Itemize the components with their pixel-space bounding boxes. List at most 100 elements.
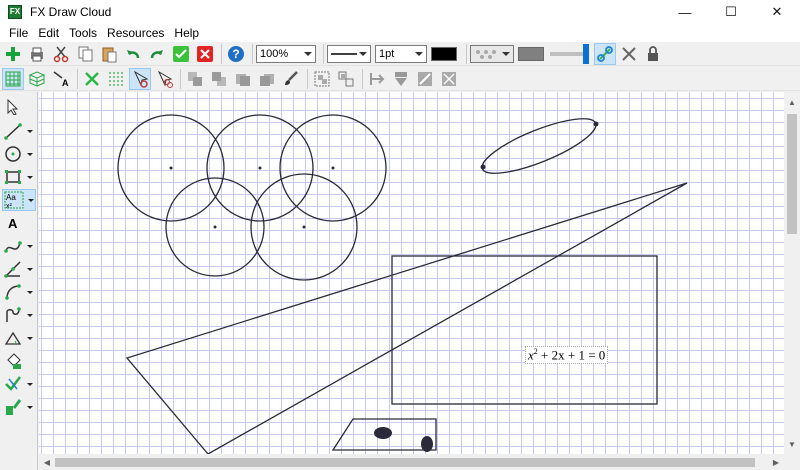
text-snap-icon[interactable]: A xyxy=(50,68,72,90)
minimize-button[interactable]: — xyxy=(662,0,708,24)
triangle-tool[interactable] xyxy=(2,327,36,349)
dot-grid-icon[interactable] xyxy=(105,68,127,90)
fill-tool[interactable] xyxy=(2,350,36,372)
flip-icon[interactable] xyxy=(414,68,436,90)
line-thickness-select[interactable]: 1pt xyxy=(375,44,427,63)
check-tool[interactable] xyxy=(2,373,36,395)
function-icon xyxy=(2,304,24,326)
text-tool[interactable]: A xyxy=(2,212,36,234)
svg-text:?: ? xyxy=(232,47,239,61)
pointer-icon xyxy=(2,96,24,118)
arc-icon xyxy=(2,281,24,303)
menu-edit[interactable]: Edit xyxy=(33,26,64,40)
graph-tool[interactable] xyxy=(2,396,36,418)
lock-icon[interactable] xyxy=(642,43,664,65)
separator xyxy=(77,68,78,89)
paste-icon[interactable] xyxy=(98,43,120,65)
cancel-icon[interactable] xyxy=(194,43,216,65)
layer-icon[interactable] xyxy=(256,68,278,90)
line-color-swatch[interactable] xyxy=(431,46,457,61)
fill-color-icon[interactable] xyxy=(518,46,544,61)
line-tool[interactable] xyxy=(2,120,36,142)
cross-icon[interactable] xyxy=(81,68,103,90)
3d-grid-icon[interactable] xyxy=(26,68,48,90)
ok-icon[interactable] xyxy=(170,43,192,65)
function-tool[interactable] xyxy=(2,304,36,326)
print-icon[interactable] xyxy=(26,43,48,65)
arrow-down-icon[interactable] xyxy=(390,68,412,90)
snap-toolbar: A xyxy=(0,67,800,91)
separator xyxy=(323,43,324,64)
check-icon xyxy=(2,373,24,395)
group-icon[interactable] xyxy=(311,68,333,90)
circle-tool[interactable] xyxy=(2,143,36,165)
scroll-right-icon[interactable]: ▶ xyxy=(768,454,784,470)
menu-resources[interactable]: Resources xyxy=(102,26,169,40)
layer-icon[interactable] xyxy=(232,68,254,90)
ungroup-icon[interactable] xyxy=(335,68,357,90)
vertical-scrollbar[interactable]: ▲ ▼ xyxy=(784,92,800,454)
copy-icon[interactable] xyxy=(74,43,96,65)
transparency-slider[interactable] xyxy=(550,43,589,64)
scroll-down-icon[interactable]: ▼ xyxy=(784,436,800,452)
separator xyxy=(180,68,181,89)
move-front-icon[interactable] xyxy=(208,68,230,90)
line-style-select[interactable] xyxy=(327,44,371,63)
text-box-icon: Aa x² xyxy=(3,189,25,211)
scroll-left-icon[interactable]: ◀ xyxy=(39,454,55,470)
help-icon[interactable]: ? xyxy=(225,43,247,65)
grid-icon[interactable] xyxy=(2,67,24,90)
arc-tool[interactable] xyxy=(2,281,36,303)
align-icon[interactable] xyxy=(366,68,388,90)
move-back-icon[interactable] xyxy=(184,68,206,90)
vertical-scroll-thumb[interactable] xyxy=(787,114,797,234)
equation-text[interactable]: x2 + 2x + 1 = 0 xyxy=(525,346,609,365)
ellipse-shape[interactable] xyxy=(476,108,601,183)
redo-icon[interactable] xyxy=(146,43,168,65)
separator xyxy=(362,68,363,89)
undo-icon[interactable] xyxy=(122,43,144,65)
left-tool-palette: Aa x² A xyxy=(0,92,38,470)
add-icon[interactable] xyxy=(2,43,24,65)
zoom-select[interactable]: 100% xyxy=(256,44,316,63)
triangle-shape[interactable] xyxy=(125,182,688,454)
angle-tool[interactable] xyxy=(2,258,36,280)
horizontal-scroll-thumb[interactable] xyxy=(55,458,755,467)
select-tool[interactable] xyxy=(2,96,36,118)
cut-icon[interactable] xyxy=(50,43,72,65)
pointer-link-icon[interactable] xyxy=(153,68,175,90)
drawing-canvas[interactable]: x2 + 2x + 1 = 0 xyxy=(39,92,784,454)
horizontal-scrollbar[interactable]: ◀ ▶ xyxy=(39,454,784,470)
maximize-button[interactable]: ☐ xyxy=(708,0,754,24)
rotate-icon[interactable] xyxy=(438,68,460,90)
menu-bar: File Edit Tools Resources Help xyxy=(0,24,800,42)
brush-icon[interactable] xyxy=(280,68,302,90)
svg-text:A: A xyxy=(8,216,18,231)
curve-tool[interactable] xyxy=(2,235,36,257)
circle-icon xyxy=(2,143,24,165)
fill-icon xyxy=(2,350,24,372)
svg-text:Aa: Aa xyxy=(6,193,16,202)
text-box-tool[interactable]: Aa x² xyxy=(2,189,36,211)
pointer-snap-icon[interactable] xyxy=(129,67,151,90)
menu-help[interactable]: Help xyxy=(169,26,204,40)
triangle-icon xyxy=(2,327,24,349)
main-toolbar: ? 100% 1pt xyxy=(0,42,800,66)
line-icon xyxy=(2,120,24,142)
close-button[interactable]: ✕ xyxy=(754,0,800,24)
unlink-icon[interactable] xyxy=(618,43,640,65)
title-bar: FX FX Draw Cloud — ☐ ✕ xyxy=(0,0,800,24)
separator xyxy=(252,43,253,64)
separator xyxy=(221,43,222,64)
fill-pattern-icon[interactable] xyxy=(470,44,514,63)
menu-file[interactable]: File xyxy=(4,26,33,40)
rectangle-shape[interactable] xyxy=(391,255,658,405)
scroll-up-icon[interactable]: ▲ xyxy=(784,94,800,110)
text-icon: A xyxy=(2,212,24,234)
link-icon[interactable] xyxy=(594,42,616,65)
rectangle-tool[interactable] xyxy=(2,166,36,188)
menu-tools[interactable]: Tools xyxy=(64,26,102,40)
angle-icon xyxy=(2,258,24,280)
slider-thumb[interactable] xyxy=(583,43,589,64)
separator xyxy=(466,43,467,64)
